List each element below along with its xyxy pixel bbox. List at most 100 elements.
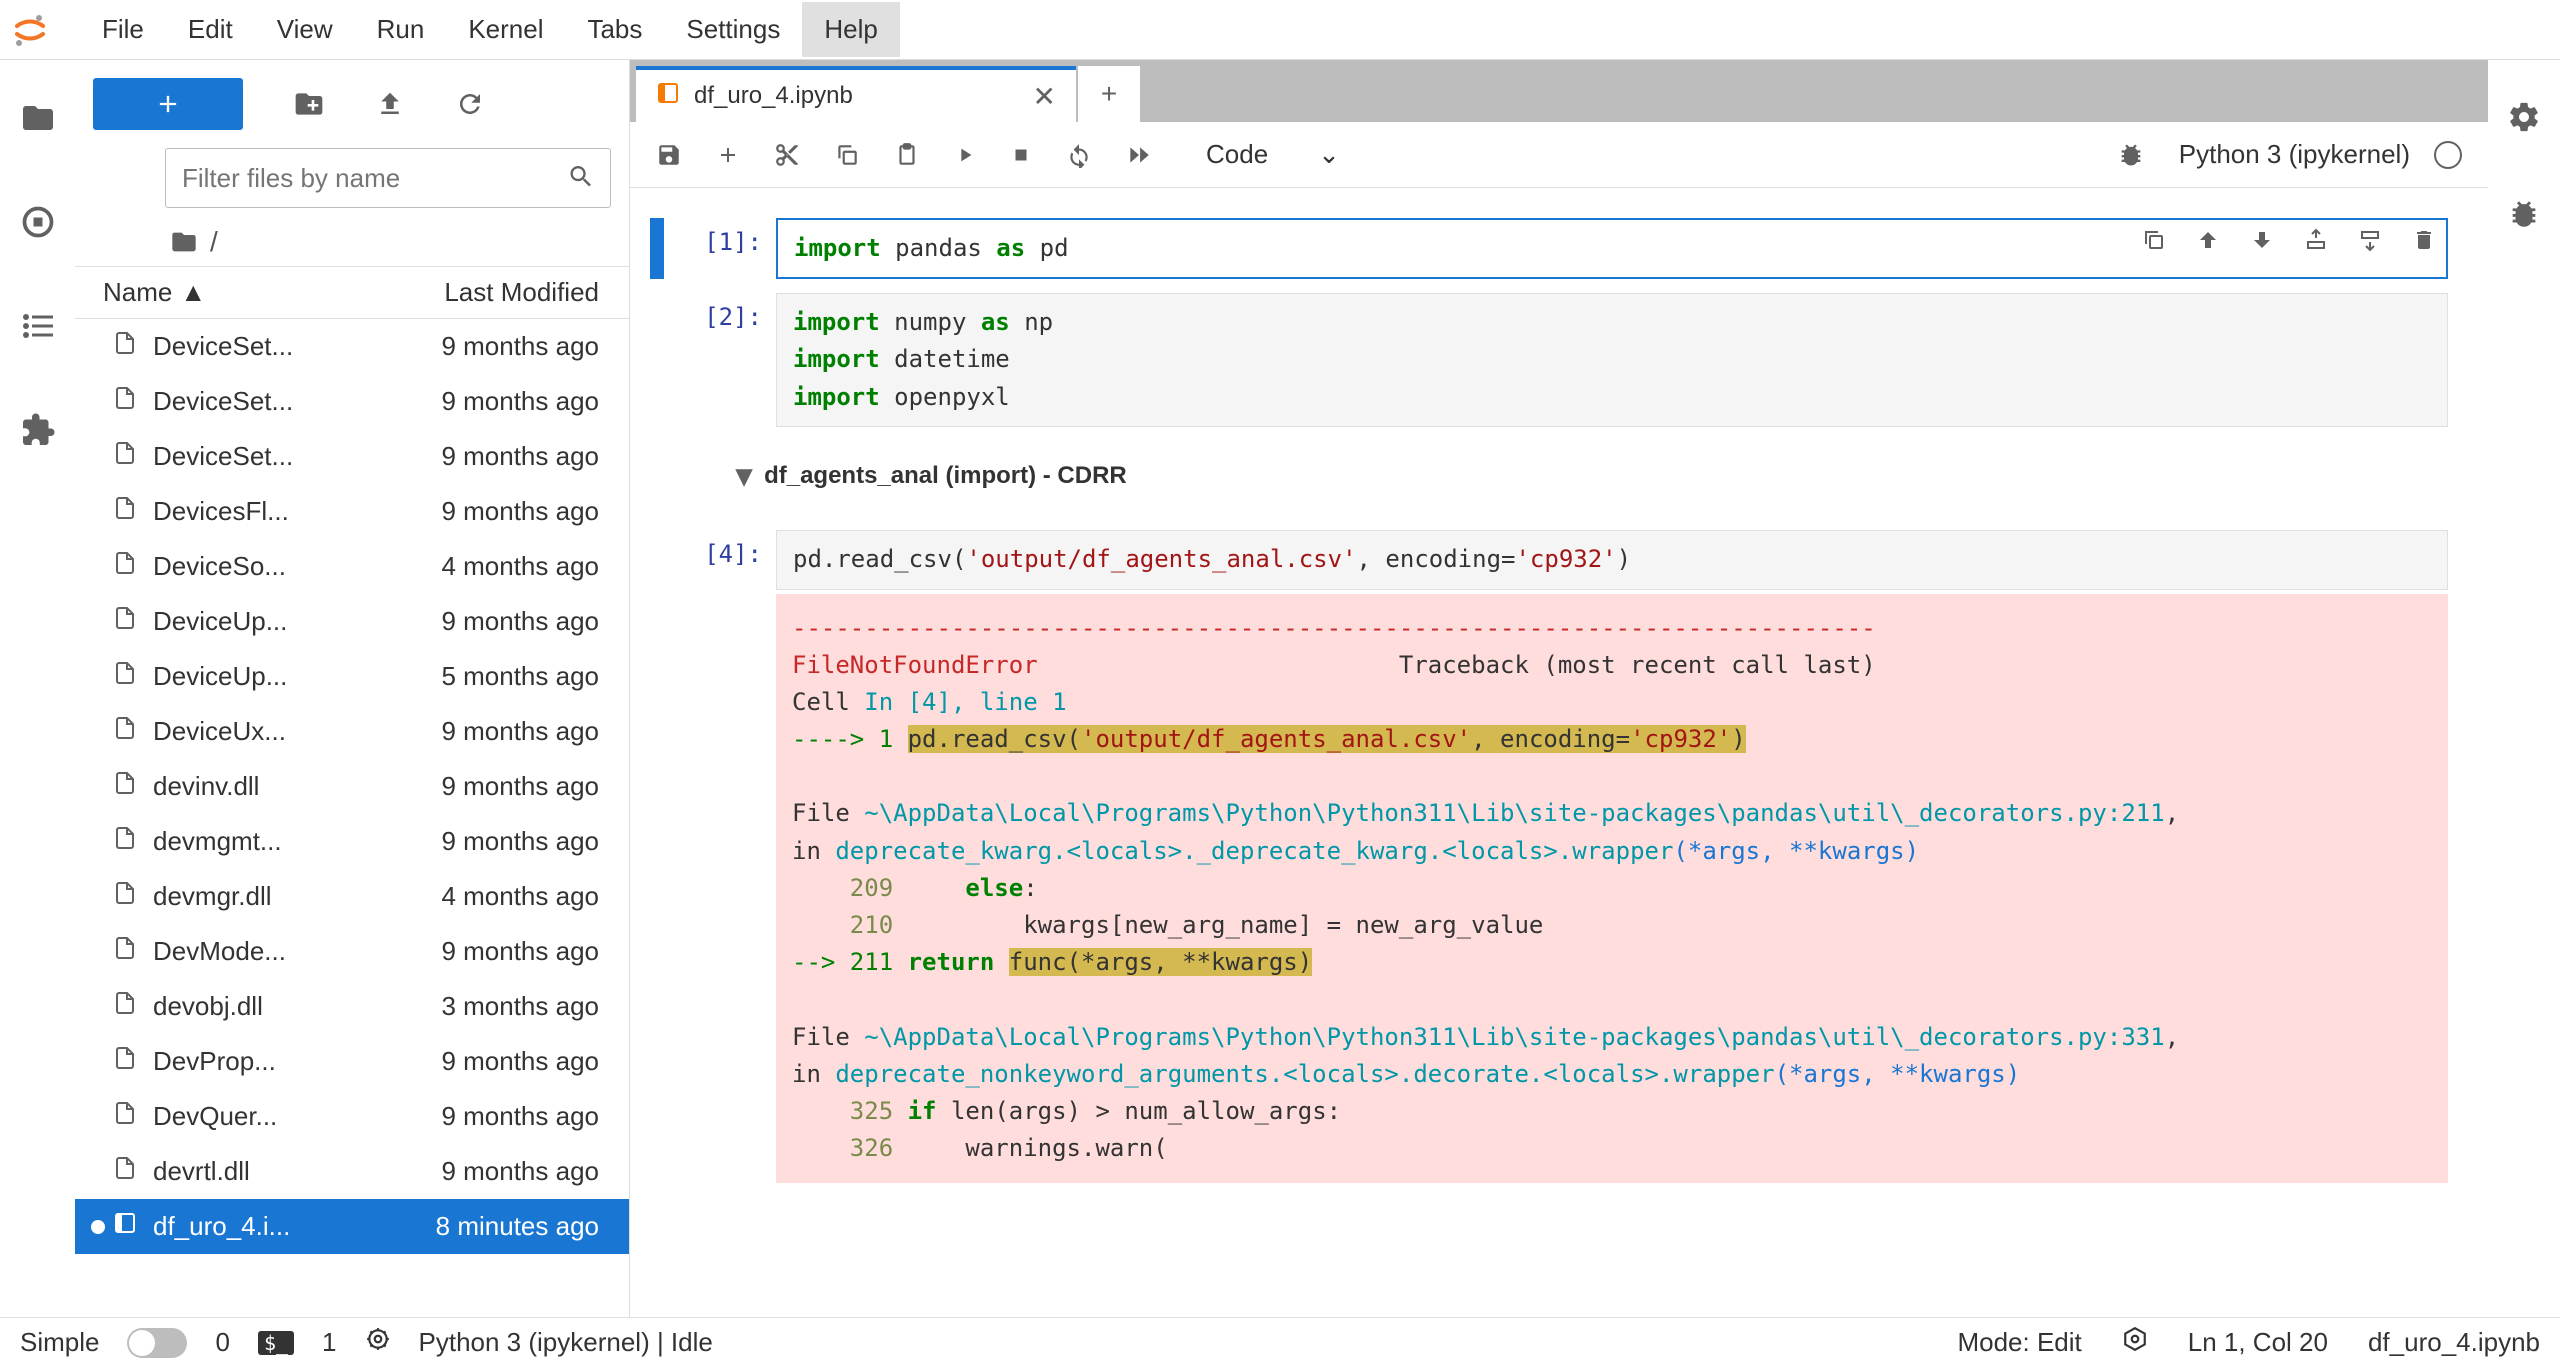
column-modified[interactable]: Last Modified	[444, 277, 599, 308]
paste-button[interactable]	[894, 142, 920, 168]
filter-input[interactable]	[165, 148, 611, 208]
kernel-indicator[interactable]: Python 3 (ipykernel)	[2179, 139, 2462, 170]
new-folder-button[interactable]	[293, 88, 325, 120]
run-button[interactable]	[954, 144, 976, 166]
running-icon[interactable]	[20, 204, 56, 243]
debugger-icon[interactable]	[2117, 141, 2145, 169]
cursor-position[interactable]: Ln 1, Col 20	[2188, 1327, 2328, 1358]
duplicate-icon[interactable]	[2142, 226, 2166, 263]
menu-settings[interactable]: Settings	[664, 2, 802, 57]
refresh-button[interactable]	[455, 89, 485, 119]
menu-help[interactable]: Help	[802, 2, 899, 57]
file-icon	[113, 881, 137, 912]
menu-tabs[interactable]: Tabs	[565, 2, 664, 57]
insert-cell-button[interactable]	[716, 143, 740, 167]
close-icon[interactable]: ✕	[1033, 80, 1056, 113]
upload-button[interactable]	[375, 89, 405, 119]
new-launcher-button[interactable]	[93, 78, 243, 130]
file-icon	[113, 1101, 137, 1132]
file-row[interactable]: DeviceUp... 5 months ago	[75, 649, 629, 704]
file-name: devobj.dll	[153, 991, 431, 1022]
notification-icon[interactable]	[2122, 1326, 2148, 1359]
menu-file[interactable]: File	[80, 2, 166, 57]
markdown-cell[interactable]: ▾ df_agents_anal (import) - CDRR	[650, 451, 2448, 501]
file-name: DeviceSet...	[153, 441, 431, 472]
debug-icon[interactable]	[2507, 197, 2541, 234]
file-name: devinv.dll	[153, 771, 431, 802]
file-row[interactable]: DeviceSet...9 months ago	[75, 319, 629, 374]
breadcrumb[interactable]: /	[75, 218, 629, 266]
folder-icon	[170, 228, 198, 256]
move-down-icon[interactable]	[2250, 226, 2274, 263]
file-icon	[113, 826, 137, 857]
move-up-icon[interactable]	[2196, 226, 2220, 263]
kernel-status[interactable]: Python 3 (ipykernel) | Idle	[419, 1327, 713, 1358]
file-row[interactable]: DeviceSo...4 months ago	[75, 539, 629, 594]
file-row[interactable]: DeviceUp...9 months ago	[75, 594, 629, 649]
cut-button[interactable]	[774, 142, 800, 168]
menu-view[interactable]: View	[255, 2, 355, 57]
toc-icon[interactable]	[20, 308, 56, 347]
add-tab-button[interactable]: +	[1078, 66, 1140, 122]
restart-run-all-button[interactable]	[1126, 142, 1152, 168]
code-cell[interactable]: [1]: import pandas as pd	[650, 218, 2448, 279]
copy-button[interactable]	[834, 142, 860, 168]
file-modified: 8 minutes ago	[436, 1211, 599, 1242]
terminal-icon[interactable]: $_	[258, 1331, 294, 1355]
file-name: DevicesFl...	[153, 496, 431, 527]
cell-type-select[interactable]: Code ⌄	[1206, 139, 1340, 170]
cell-input[interactable]: pd.read_csv('output/df_agents_anal.csv',…	[776, 530, 2448, 589]
menu-edit[interactable]: Edit	[166, 2, 255, 57]
file-row[interactable]: devinv.dll9 months ago	[75, 759, 629, 814]
tab-notebook[interactable]: df_uro_4.ipynb ✕	[636, 66, 1076, 122]
code-cell[interactable]: [4]: pd.read_csv('output/df_agents_anal.…	[650, 530, 2448, 589]
file-modified: 9 months ago	[441, 386, 599, 417]
file-list[interactable]: DeviceSet...9 months agoDeviceSet...9 mo…	[75, 319, 629, 1317]
file-icon	[113, 661, 137, 692]
file-path[interactable]: df_uro_4.ipynb	[2368, 1327, 2540, 1358]
file-row[interactable]: devmgmt...9 months ago	[75, 814, 629, 869]
file-modified: 9 months ago	[441, 1156, 599, 1187]
file-icon	[113, 386, 137, 417]
file-row[interactable]: DevQuer...9 months ago	[75, 1089, 629, 1144]
column-name[interactable]: Name	[103, 277, 172, 308]
file-row[interactable]: devobj.dll3 months ago	[75, 979, 629, 1034]
file-row[interactable]: df_uro_4.i...8 minutes ago	[75, 1199, 629, 1254]
menu-run[interactable]: Run	[355, 2, 447, 57]
insert-above-icon[interactable]	[2304, 226, 2328, 263]
collapse-icon[interactable]: ▾	[736, 451, 752, 501]
file-name: DeviceUp...	[153, 661, 431, 692]
folder-icon[interactable]	[20, 100, 56, 139]
notebook-toolbar: Code ⌄ Python 3 (ipykernel)	[630, 122, 2488, 188]
save-button[interactable]	[656, 142, 682, 168]
file-row[interactable]: DevMode...9 months ago	[75, 924, 629, 979]
notebook-content[interactable]: [1]: import pandas as pd	[630, 188, 2488, 1317]
file-row[interactable]: DevProp...9 months ago	[75, 1034, 629, 1089]
simple-toggle[interactable]	[127, 1328, 187, 1358]
breadcrumb-root[interactable]: /	[210, 226, 218, 258]
cell-input[interactable]: import pandas as pd	[776, 218, 2448, 279]
cell-input[interactable]: import numpy as npimport datetimeimport …	[776, 293, 2448, 427]
insert-below-icon[interactable]	[2358, 226, 2382, 263]
code-cell[interactable]: [2]: import numpy as npimport datetimeim…	[650, 293, 2448, 427]
menu-bar: FileEditViewRunKernelTabsSettingsHelp	[0, 0, 2560, 60]
file-row[interactable]: devrtl.dll9 months ago	[75, 1144, 629, 1199]
restart-button[interactable]	[1066, 142, 1092, 168]
notebook-area: df_uro_4.ipynb ✕ + Code ⌄	[630, 60, 2488, 1317]
file-icon	[113, 551, 137, 582]
property-inspector-icon[interactable]	[2507, 100, 2541, 137]
file-row[interactable]: DevicesFl...9 months ago	[75, 484, 629, 539]
file-row[interactable]: DeviceSet...9 months ago	[75, 429, 629, 484]
extensions-icon[interactable]	[20, 412, 56, 451]
terminals-count[interactable]: 0	[215, 1327, 229, 1358]
kernels-count[interactable]: 1	[322, 1327, 336, 1358]
file-row[interactable]: devmgr.dll4 months ago	[75, 869, 629, 924]
file-row[interactable]: DeviceUx...9 months ago	[75, 704, 629, 759]
file-name: devmgr.dll	[153, 881, 431, 912]
menu-kernel[interactable]: Kernel	[446, 2, 565, 57]
delete-icon[interactable]	[2412, 226, 2436, 263]
file-modified: 5 months ago	[441, 661, 599, 692]
interrupt-button[interactable]	[1010, 144, 1032, 166]
file-row[interactable]: DeviceSet...9 months ago	[75, 374, 629, 429]
mode-indicator[interactable]: Mode: Edit	[1957, 1327, 2081, 1358]
